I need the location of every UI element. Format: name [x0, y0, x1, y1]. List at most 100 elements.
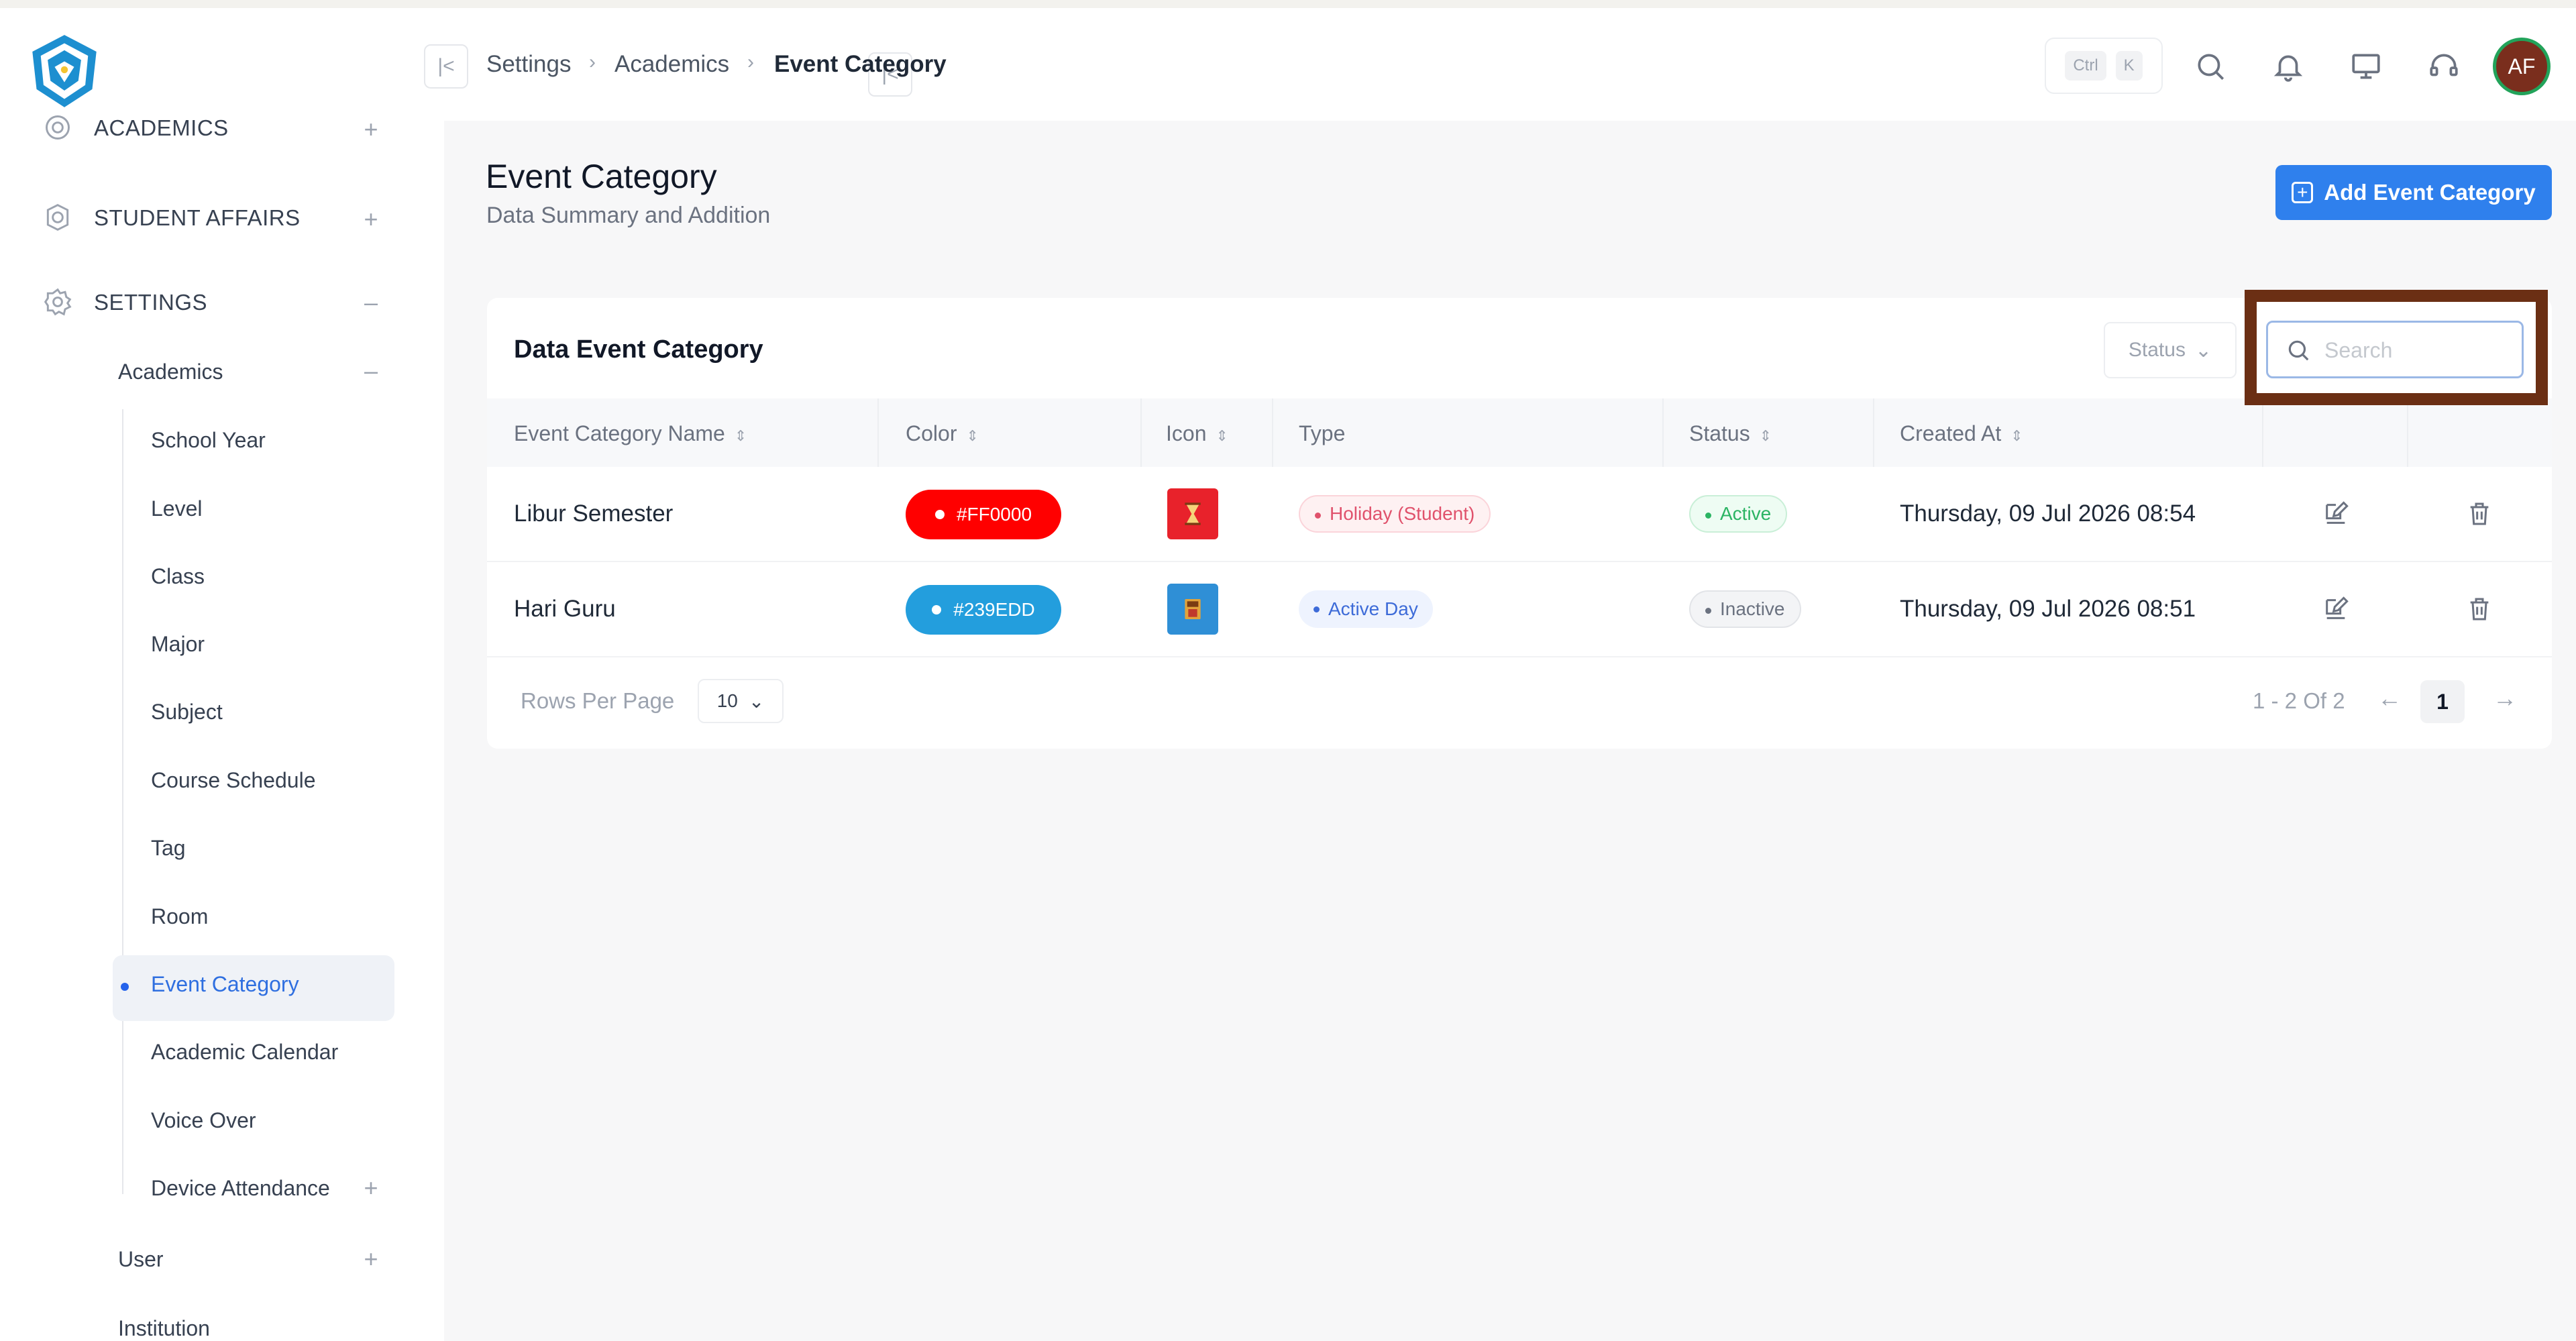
column-header-color[interactable]: Color ⇕ [906, 421, 979, 446]
nav-room[interactable]: Room [151, 904, 208, 929]
command-palette-shortcut[interactable]: Ctrl K [2045, 38, 2163, 94]
nav-academics[interactable]: ACADEMICS [94, 115, 229, 141]
column-header-icon[interactable]: Icon ⇕ [1166, 421, 1228, 446]
status-badge: Active [1689, 495, 1788, 533]
type-badge: Holiday (Student) [1299, 495, 1491, 533]
table-row: Hari Guru #239EDD Active Day Inactive Th… [487, 562, 2552, 657]
chevron-right-icon: › [589, 51, 596, 73]
column-divider [1662, 398, 1664, 467]
nav-academics-group[interactable]: Academics [118, 360, 223, 384]
type-badge: Active Day [1299, 590, 1433, 628]
nav-level[interactable]: Level [151, 496, 203, 521]
arrow-right-icon[interactable]: → [2493, 684, 2517, 712]
chevron-down-icon: ⌄ [748, 690, 765, 712]
pagination-info: 1 - 2 Of 2 [2253, 688, 2345, 713]
column-divider [2262, 398, 2263, 467]
nav-class[interactable]: Class [151, 564, 205, 589]
collapse-icon[interactable]: – [361, 359, 381, 383]
sort-icon: ⇕ [1216, 427, 1228, 444]
bell-icon[interactable] [2271, 50, 2305, 83]
nav-voice-over[interactable]: Voice Over [151, 1108, 256, 1133]
tree-line [122, 409, 123, 1194]
nav-settings[interactable]: SETTINGS [94, 290, 207, 315]
data-card: Data Event Category Status ⌄ Event Categ… [487, 298, 2552, 749]
nav-institution[interactable]: Institution [118, 1316, 210, 1341]
status-filter-dropdown[interactable]: Status ⌄ [2104, 322, 2237, 378]
monitor-icon[interactable] [2349, 50, 2383, 83]
rows-per-page-value: 10 [716, 690, 738, 711]
topbar: |< [444, 8, 2576, 121]
avatar[interactable]: AF [2493, 38, 2551, 95]
arrow-left-icon[interactable]: ← [2377, 684, 2402, 712]
collapse-icon[interactable]: – [361, 290, 381, 315]
headset-icon[interactable] [2427, 50, 2461, 83]
trash-icon[interactable] [2466, 596, 2493, 623]
cell-created-at: Thursday, 09 Jul 2026 08:54 [1900, 500, 2196, 527]
nav-course-schedule[interactable]: Course Schedule [151, 768, 315, 793]
column-header-created-at[interactable]: Created At ⇕ [1900, 421, 2023, 446]
highlight-frame [2245, 290, 2548, 405]
expand-icon[interactable]: + [361, 207, 381, 231]
expand-icon[interactable]: + [361, 1247, 381, 1271]
top-strip [0, 0, 2576, 8]
breadcrumb-settings[interactable]: Settings [486, 51, 571, 78]
hourglass-icon [1185, 502, 1201, 525]
column-header-type: Type [1299, 421, 1346, 445]
sort-icon: ⇕ [966, 427, 979, 444]
edit-icon[interactable] [2322, 596, 2349, 623]
breadcrumb-academics[interactable]: Academics [614, 51, 729, 78]
color-dot [932, 605, 942, 614]
app-logo[interactable] [30, 34, 99, 109]
search-icon[interactable] [2194, 50, 2227, 83]
event-icon-chip [1167, 584, 1218, 635]
add-button-label: Add Event Category [2324, 180, 2536, 205]
color-dot [934, 510, 945, 519]
cell-created-at: Thursday, 09 Jul 2026 08:51 [1900, 596, 2196, 622]
trash-icon[interactable] [2466, 500, 2493, 527]
page-number-button[interactable]: 1 [2420, 680, 2465, 723]
column-divider [1140, 398, 1142, 467]
plus-square-icon: + [2292, 182, 2314, 203]
expand-icon[interactable]: + [361, 117, 381, 142]
page-subtitle: Data Summary and Addition [486, 203, 771, 228]
nav-user[interactable]: User [118, 1247, 164, 1272]
expand-icon[interactable]: + [361, 1176, 381, 1200]
column-divider [1272, 398, 1273, 467]
active-dot [121, 983, 129, 991]
color-chip: #FF0000 [906, 490, 1061, 539]
page-title: Event Category [486, 158, 717, 195]
nav-tag[interactable]: Tag [151, 836, 186, 861]
edit-icon[interactable] [2322, 500, 2349, 527]
nav-device-attendance[interactable]: Device Attendance [151, 1176, 330, 1201]
color-chip: #239EDD [906, 585, 1061, 635]
collapse-sidebar-button[interactable]: |< [424, 44, 468, 89]
kbd-ctrl: Ctrl [2065, 51, 2106, 81]
chevron-right-icon: › [747, 51, 754, 73]
rows-per-page-dropdown[interactable]: 10 ⌄ [698, 679, 784, 723]
column-header-status[interactable]: Status ⇕ [1689, 421, 1772, 446]
column-header-name[interactable]: Event Category Name ⇕ [514, 421, 747, 446]
column-divider [877, 398, 879, 467]
kbd-k: K [2115, 51, 2143, 81]
card-title: Data Event Category [514, 335, 763, 364]
nav-subject[interactable]: Subject [151, 700, 223, 725]
chevron-down-icon: ⌄ [2194, 339, 2212, 362]
academics-icon [43, 113, 72, 142]
sort-icon: ⇕ [1759, 427, 1772, 444]
table-row: Libur Semester #FF0000 Holiday (Student)… [487, 467, 2552, 562]
column-divider [1873, 398, 1874, 467]
nav-student-affairs[interactable]: STUDENT AFFAIRS [94, 205, 301, 231]
nav-academic-calendar[interactable]: Academic Calendar [151, 1040, 338, 1065]
add-event-category-button[interactable]: + Add Event Category [2275, 165, 2552, 220]
color-label: #FF0000 [956, 504, 1032, 525]
badge-icon [43, 203, 72, 232]
nav-major[interactable]: Major [151, 632, 205, 657]
nav-school-year[interactable]: School Year [151, 428, 266, 453]
status-filter-label: Status [2128, 339, 2186, 361]
rows-per-page-label: Rows Per Page [521, 688, 675, 713]
sidebar: ACADEMICS + STUDENT AFFAIRS + SETTINGS –… [0, 8, 444, 1341]
event-icon-chip [1167, 488, 1218, 539]
status-badge: Inactive [1689, 590, 1801, 628]
nav-event-category[interactable]: Event Category [151, 972, 299, 997]
gear-icon [43, 287, 72, 317]
